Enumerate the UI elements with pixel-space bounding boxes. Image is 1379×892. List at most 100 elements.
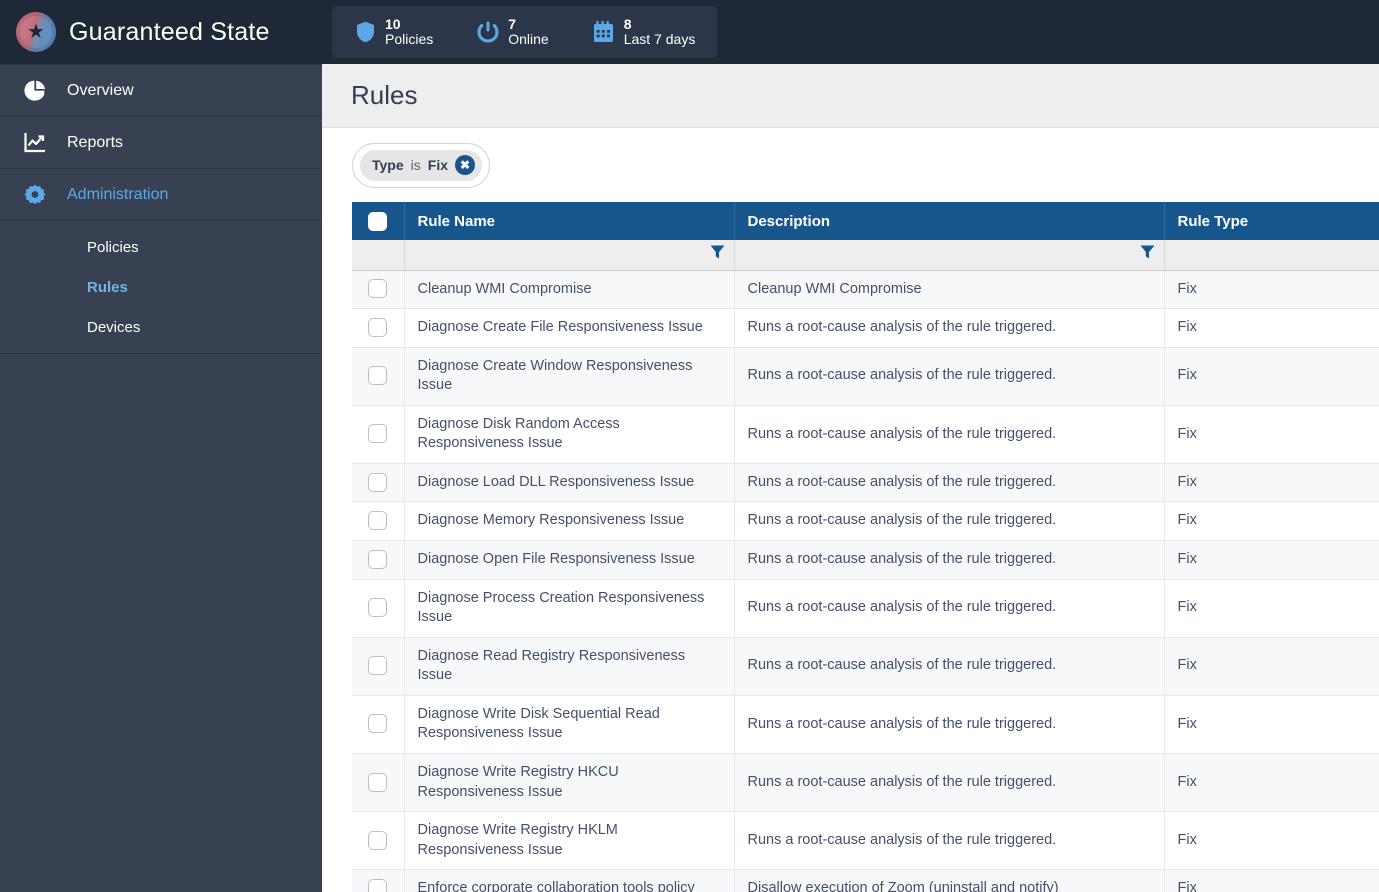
cell-rule-type: Fix [1164,637,1379,696]
filter-cell-checkbox [352,240,405,271]
sidebar-item-administration-label: Administration [67,185,169,203]
row-select-cell[interactable] [352,579,405,638]
row-checkbox[interactable] [368,830,388,850]
calendar-icon [593,20,615,44]
table-row[interactable]: Diagnose Load DLL Responsiveness Issue Ru… [352,463,1379,503]
stat-policies-value: 10 [385,16,401,33]
cell-rule-type: Fix [1164,579,1379,638]
cell-description: Runs a root-cause analysis of the rule t… [734,540,1165,580]
cell-rule-type: Fix [1164,405,1379,464]
row-checkbox[interactable] [368,656,388,676]
line-chart-icon [22,132,48,153]
funnel-icon[interactable] [1140,244,1155,265]
sidebar-item-devices-label: Devices [87,318,141,336]
column-header-rule-name[interactable]: Rule Name [404,202,735,240]
table-header-row: Rule Name Description Rule Type [352,202,1379,240]
row-select-cell[interactable] [352,270,405,310]
sidebar-item-overview[interactable]: Overview [0,65,322,117]
cell-rule-type: Fix [1164,869,1379,892]
stat-policies[interactable]: 10 Policies [354,17,433,46]
row-checkbox[interactable] [368,317,388,337]
cell-rule-name: Diagnose Load DLL Responsiveness Issue [404,463,735,503]
stat-online[interactable]: 7 Online [477,16,549,46]
sidebar-item-rules[interactable]: Rules [0,267,322,307]
table-row[interactable]: Diagnose Write Registry HKLM Responsiven… [352,811,1379,871]
cell-rule-name: Diagnose Memory Responsiveness Issue [404,501,735,541]
table-head: Rule Name Description Rule Type [352,202,1379,271]
filter-cell-description[interactable] [734,240,1165,271]
filter-chip[interactable]: Type is Fix ✖ [352,142,490,188]
cell-rule-type: Fix [1164,811,1379,871]
stat-last7days-label: Last 7 days [623,31,696,47]
cell-rule-name: Diagnose Create File Responsiveness Issu… [404,308,735,348]
table-row[interactable]: Enforce corporate collaboration tools po… [352,869,1379,892]
table-body: Cleanup WMI Compromise Cleanup WMI Compro… [352,270,1379,892]
row-select-cell[interactable] [352,308,405,348]
filter-cell-rule-type[interactable] [1164,240,1379,271]
row-select-cell[interactable] [352,540,405,580]
sidebar-item-policies[interactable]: Policies [0,227,322,267]
filter-cell-rule-name[interactable] [404,240,735,271]
row-checkbox[interactable] [368,598,388,618]
column-header-rule-type[interactable]: Rule Type [1164,202,1379,240]
brand-name: Guaranteed State [69,17,270,46]
row-checkbox[interactable] [368,714,388,734]
row-checkbox[interactable] [368,511,388,531]
table-row[interactable]: Diagnose Write Disk Sequential Read Resp… [352,695,1379,754]
row-select-cell[interactable] [352,501,405,541]
row-checkbox[interactable] [368,279,388,299]
cell-description: Runs a root-cause analysis of the rule t… [734,811,1165,871]
cell-rule-type: Fix [1164,347,1379,406]
column-header-description[interactable]: Description [734,202,1165,240]
cell-rule-name: Diagnose Create Window Responsiveness Is… [404,347,735,406]
table-row[interactable]: Diagnose Process Creation Responsiveness… [352,579,1379,638]
sidebar-item-reports[interactable]: Reports [0,117,322,169]
funnel-icon[interactable] [710,244,725,265]
sidebar-item-devices[interactable]: Devices [0,307,322,347]
select-all-header[interactable] [352,202,405,240]
stat-last-7-days[interactable]: 8 Last 7 days [593,17,696,47]
row-select-cell[interactable] [352,347,405,406]
row-select-cell[interactable] [352,637,405,696]
row-checkbox[interactable] [368,772,388,792]
table-row[interactable]: Cleanup WMI Compromise Cleanup WMI Compro… [352,270,1379,310]
select-all-checkbox[interactable] [368,211,388,231]
cell-description: Runs a root-cause analysis of the rule t… [734,753,1165,813]
row-checkbox[interactable] [368,472,388,492]
filter-chip-field: Type [372,157,404,173]
cell-rule-name: Diagnose Write Registry HKCU Responsiven… [404,753,735,813]
stats-bar: 10 Policies 7 Online 8 Last 7 days [332,6,718,58]
stat-policies-label: Policies [385,31,434,47]
row-select-cell[interactable] [352,753,405,813]
row-checkbox[interactable] [368,366,388,386]
gear-icon [22,184,48,206]
table-row[interactable]: Diagnose Open File Responsiveness Issue R… [352,540,1379,580]
table-row[interactable]: Diagnose Write Registry HKCU Responsiven… [352,753,1379,813]
table-row[interactable]: Diagnose Read Registry Responsiveness Is… [352,637,1379,696]
row-select-cell[interactable] [352,463,405,503]
cell-rule-name: Cleanup WMI Compromise [404,270,735,310]
table-row[interactable]: Diagnose Disk Random Access Responsivene… [352,405,1379,464]
close-circle-icon[interactable]: ✖ [455,155,475,175]
row-checkbox[interactable] [368,424,388,444]
row-select-cell[interactable] [352,869,405,892]
table-row[interactable]: Diagnose Create File Responsiveness Issu… [352,308,1379,348]
stat-online-value: 7 [508,16,517,33]
table-row[interactable]: Diagnose Memory Responsiveness Issue Runs… [352,501,1379,541]
row-select-cell[interactable] [352,695,405,754]
cell-rule-name: Enforce corporate collaboration tools po… [404,869,735,892]
brand-area[interactable]: ★ Guaranteed State [0,0,322,64]
cell-description: Runs a root-cause analysis of the rule t… [734,463,1165,503]
sidebar-item-administration[interactable]: Administration [0,169,322,221]
cell-rule-name: Diagnose Write Registry HKLM Responsiven… [404,811,735,871]
table-row[interactable]: Diagnose Create Window Responsiveness Is… [352,347,1379,406]
row-select-cell[interactable] [352,811,405,871]
row-select-cell[interactable] [352,405,405,464]
row-checkbox[interactable] [368,879,388,892]
cell-rule-type: Fix [1164,695,1379,754]
sidebar-subnav: Policies Rules Devices [0,221,322,354]
row-checkbox[interactable] [368,549,388,569]
shield-icon [354,20,376,44]
power-icon [477,20,499,44]
sidebar-item-policies-label: Policies [87,238,139,256]
